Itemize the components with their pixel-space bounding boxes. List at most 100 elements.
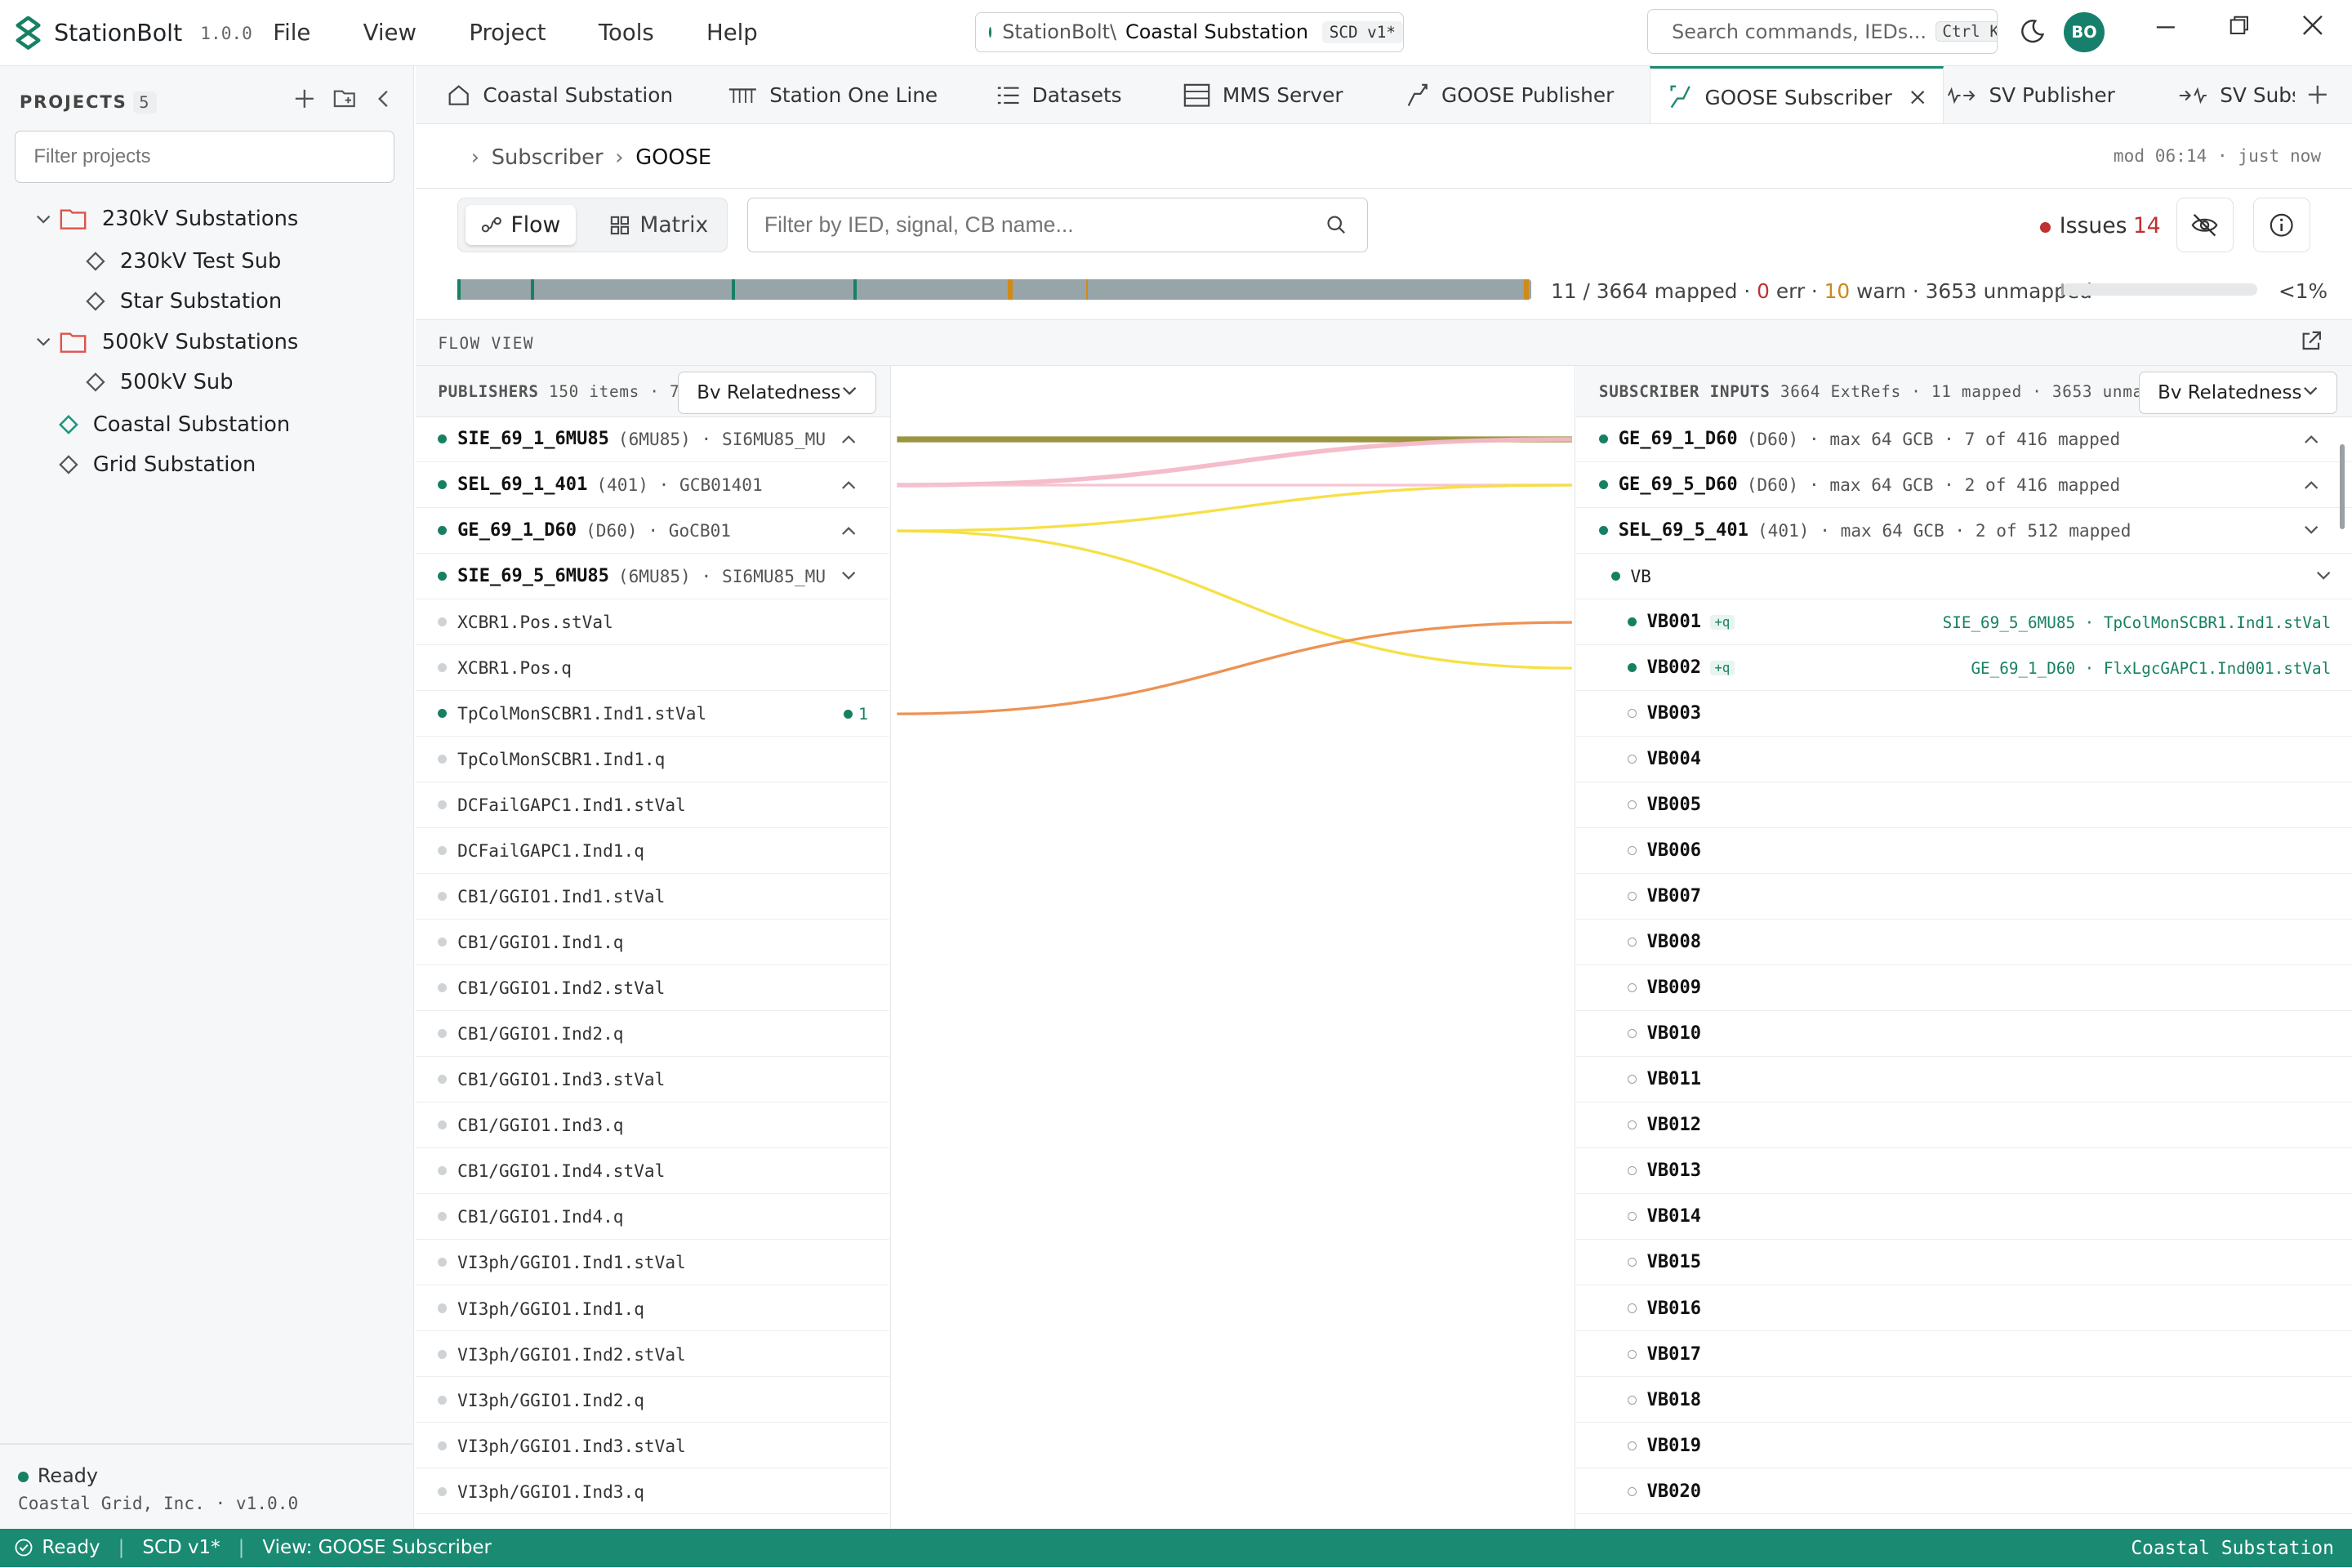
hide-unmapped-button[interactable]: [2176, 198, 2234, 252]
source-reference[interactable]: GE_69_1_D60 · FlxLgcGAPC1.Ind001.stVal: [1971, 659, 2331, 678]
chevron-up-icon[interactable]: [841, 434, 856, 444]
theme-moon-icon[interactable]: [2019, 18, 2046, 45]
publisher-signal-row[interactable]: DCFailGAPC1.Ind1.stVal: [415, 783, 890, 828]
chevron-up-icon[interactable]: [2304, 479, 2319, 490]
subscriber-input-row[interactable]: VB020: [1576, 1469, 2352, 1515]
breadcrumb-subscriber[interactable]: Subscriber: [492, 145, 604, 170]
tree-project-230kv-test-sub[interactable]: 230kV Test Sub: [85, 244, 281, 277]
publisher-signal-row[interactable]: VI3ph/GGIO1.Ind3.q: [415, 1469, 890, 1515]
tree-project-coastal-substation[interactable]: Coastal Substation: [58, 408, 290, 441]
publisher-signal-row[interactable]: CB1/GGIO1.Ind3.q: [415, 1103, 890, 1148]
subscriber-input-row[interactable]: VB013: [1576, 1149, 2352, 1194]
chevron-up-icon[interactable]: [2304, 434, 2319, 444]
menu-help[interactable]: Help: [706, 20, 758, 46]
publisher-ied-row[interactable]: GE_69_1_D60 (D60) · GoCB01: [415, 509, 890, 554]
connection-line[interactable]: [897, 437, 1572, 488]
tab-sv-publisher[interactable]: SV Publisher: [1947, 66, 2115, 124]
publisher-signal-row[interactable]: TpColMonSCBR1.Ind1.stVal 1: [415, 692, 890, 737]
chevron-down-icon[interactable]: [2304, 525, 2319, 536]
publisher-signal-row[interactable]: CB1/GGIO1.Ind1.stVal: [415, 875, 890, 920]
publisher-signal-row[interactable]: CB1/GGIO1.Ind2.stVal: [415, 966, 890, 1011]
subscriber-sort-select[interactable]: Bv Relatedness: [2139, 372, 2337, 414]
menu-project[interactable]: Project: [469, 20, 546, 46]
subscriber-input-row[interactable]: VB018: [1576, 1378, 2352, 1423]
source-reference[interactable]: SIE_69_5_6MU85 · TpColMonSCBR1.Ind1.stVa…: [1943, 613, 2332, 632]
publisher-signal-row[interactable]: VI3ph/GGIO1.Ind1.q: [415, 1286, 890, 1332]
subscriber-input-row[interactable]: VB016: [1576, 1286, 2352, 1332]
publisher-signal-row[interactable]: VI3ph/GGIO1.Ind1.stVal: [415, 1241, 890, 1286]
tree-project-star-substation[interactable]: Star Substation: [85, 285, 282, 318]
tree-folder-500kv[interactable]: 500kV Substations: [36, 326, 298, 359]
subscriber-input-row[interactable]: VB002 +q GE_69_1_D60 · FlxLgcGAPC1.Ind001.…: [1576, 646, 2352, 691]
publisher-signal-row[interactable]: CB1/GGIO1.Ind1.q: [415, 920, 890, 965]
info-button[interactable]: [2252, 198, 2310, 252]
publisher-ied-row[interactable]: SIE_69_5_6MU85 (6MU85) · SI6MU85_MU: [415, 555, 890, 599]
menu-view[interactable]: View: [363, 20, 416, 46]
subscriber-input-row[interactable]: VB017: [1576, 1332, 2352, 1378]
publisher-signal-row[interactable]: XCBR1.Pos.stVal: [415, 600, 890, 645]
tab-goose-publisher[interactable]: GOOSE Publisher: [1405, 66, 1614, 124]
publisher-ied-row[interactable]: SIE_69_1_6MU85 (6MU85) · SI6MU85_MU: [415, 417, 890, 462]
chevron-down-icon[interactable]: [841, 571, 856, 581]
chevron-up-icon[interactable]: [841, 479, 856, 490]
subscriber-ied-row[interactable]: GE_69_5_D60 (D60) · max 64 GCB · 2 of 416…: [1576, 463, 2352, 508]
subscriber-group-row[interactable]: VB: [1576, 555, 2352, 599]
matrix-view-button[interactable]: Matrix: [595, 205, 723, 246]
tree-folder-230kv[interactable]: 230kV Substations: [36, 203, 298, 235]
subscriber-ied-row[interactable]: SEL_69_5_401 (401) · max 64 GCB · 2 of 51…: [1576, 509, 2352, 554]
tab-sv-subscriber[interactable]: SV Subs: [2178, 66, 2302, 124]
tab-coastal-substation[interactable]: Coastal Substation: [447, 66, 673, 124]
signal-filter-input[interactable]: [746, 198, 1369, 252]
external-link-icon[interactable]: [2301, 331, 2322, 352]
collapse-sidebar-icon[interactable]: [376, 90, 391, 108]
issues-button[interactable]: Issues 14: [2039, 213, 2161, 238]
subscriber-scrollbar[interactable]: [2340, 443, 2345, 530]
subscriber-input-row[interactable]: VB015: [1576, 1241, 2352, 1286]
menu-file[interactable]: File: [273, 20, 310, 46]
subscriber-input-row[interactable]: VB004: [1576, 737, 2352, 782]
close-tab-icon[interactable]: [1910, 90, 1925, 105]
subscriber-input-row[interactable]: VB011: [1576, 1058, 2352, 1102]
publisher-signal-row[interactable]: VI3ph/GGIO1.Ind2.q: [415, 1378, 890, 1423]
publisher-signal-row[interactable]: TpColMonSCBR1.Ind1.q: [415, 737, 890, 782]
mapping-overview-bar[interactable]: [457, 278, 1532, 301]
flow-view-button[interactable]: Flow: [466, 204, 576, 246]
new-folder-icon[interactable]: [333, 88, 357, 109]
publisher-signal-row[interactable]: VI3ph/GGIO1.Ind2.stVal: [415, 1332, 890, 1378]
publisher-signal-row[interactable]: CB1/GGIO1.Ind2.q: [415, 1012, 890, 1057]
subscriber-input-row[interactable]: VB010: [1576, 1012, 2352, 1057]
subscriber-input-row[interactable]: VB019: [1576, 1423, 2352, 1469]
subscriber-input-row[interactable]: VB009: [1576, 966, 2352, 1011]
tab-goose-subscriber[interactable]: GOOSE Subscriber: [1650, 65, 1944, 124]
tab-datasets[interactable]: Datasets: [996, 66, 1122, 124]
tab-mms-server[interactable]: MMS Server: [1183, 66, 1343, 124]
publisher-ied-row[interactable]: SEL_69_1_401 (401) · GCB01401: [415, 463, 890, 508]
add-tab-icon[interactable]: [2307, 84, 2328, 105]
chevron-up-icon[interactable]: [841, 525, 856, 536]
subscriber-input-row[interactable]: VB007: [1576, 875, 2352, 920]
subscriber-input-row[interactable]: VB006: [1576, 829, 2352, 874]
menu-tools[interactable]: Tools: [599, 20, 654, 46]
connection-line[interactable]: [897, 529, 1572, 670]
close-window-icon[interactable]: [2302, 15, 2323, 36]
project-selector[interactable]: StationBolt\ Coastal Substation SCD v1*: [974, 11, 1405, 53]
command-search[interactable]: Search commands, IEDs... Ctrl K: [1646, 9, 1998, 55]
tab-station-one-line[interactable]: Station One Line: [728, 66, 938, 124]
publisher-signal-row[interactable]: VI3ph/GGIO1.Ind3.stVal: [415, 1423, 890, 1469]
minimize-icon[interactable]: [2155, 21, 2176, 42]
publisher-signal-row[interactable]: CB1/GGIO1.Ind3.stVal: [415, 1058, 890, 1102]
subscriber-ied-row[interactable]: GE_69_1_D60 (D60) · max 64 GCB · 7 of 416…: [1576, 417, 2352, 462]
connection-line[interactable]: [897, 621, 1572, 715]
subscriber-input-row[interactable]: VB001 +q SIE_69_5_6MU85 · TpColMonSCBR1.In…: [1576, 600, 2352, 645]
add-project-icon[interactable]: [294, 88, 315, 109]
user-avatar[interactable]: BO: [2064, 11, 2105, 53]
subscriber-input-row[interactable]: VB005: [1576, 783, 2352, 828]
subscriber-input-row[interactable]: VB003: [1576, 692, 2352, 737]
tree-project-grid-substation[interactable]: Grid Substation: [58, 448, 256, 481]
subscriber-input-row[interactable]: VB014: [1576, 1195, 2352, 1240]
publisher-signal-row[interactable]: DCFailGAPC1.Ind1.q: [415, 829, 890, 874]
filter-projects-input[interactable]: [15, 130, 395, 184]
publisher-sort-select[interactable]: Bv Relatedness: [678, 372, 876, 414]
subscriber-input-row[interactable]: VB012: [1576, 1103, 2352, 1148]
restore-icon[interactable]: [2229, 15, 2250, 36]
